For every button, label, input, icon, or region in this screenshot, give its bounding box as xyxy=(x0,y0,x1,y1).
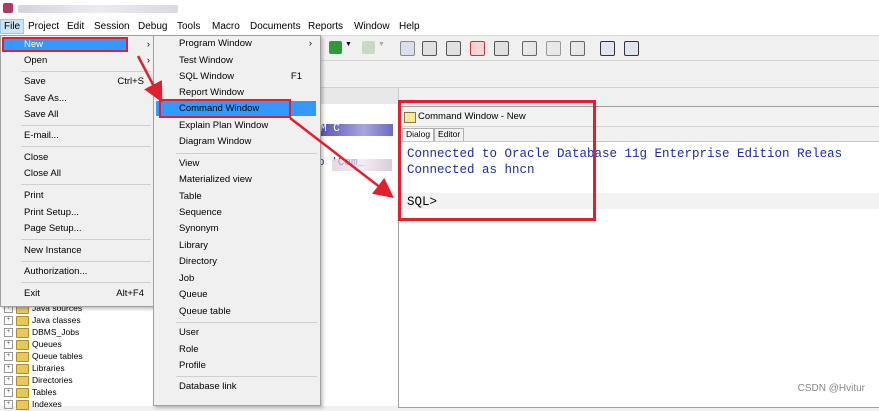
watermark: CSDN @Hvitur xyxy=(797,383,865,394)
arrow-new-to-command xyxy=(136,55,163,103)
annotation-arrows xyxy=(136,55,394,199)
arrow-command-to-window xyxy=(289,117,394,199)
